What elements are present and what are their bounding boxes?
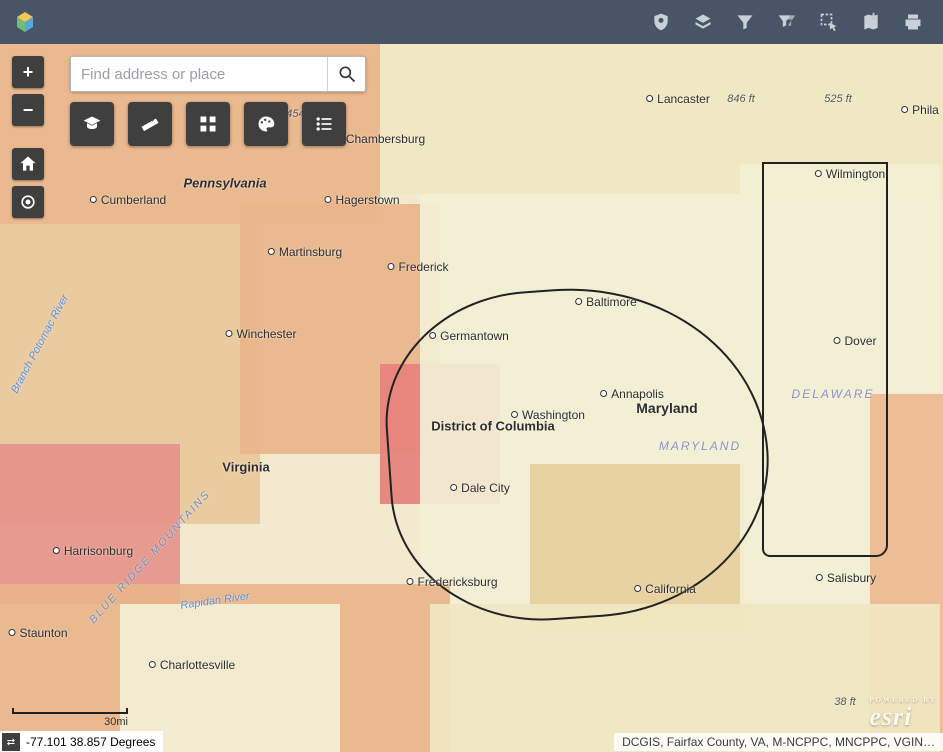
- legend-tool[interactable]: [302, 102, 346, 146]
- city-label: Charlottesville: [149, 658, 235, 672]
- search-button[interactable]: [327, 57, 365, 91]
- scale-label: 30mi: [12, 716, 128, 728]
- coord-text: -77.101 38.857 Degrees: [26, 735, 155, 749]
- select-arrow-icon[interactable]: [809, 2, 849, 42]
- home-extent-button[interactable]: [12, 148, 44, 180]
- city-label: Annapolis: [600, 387, 664, 401]
- elevation-label: 525 ft: [824, 93, 852, 105]
- esri-logo: POWERED BY esri: [869, 699, 937, 733]
- city-label: Chambersburg: [335, 132, 425, 146]
- elevation-label: 846 ft: [727, 93, 755, 105]
- zoom-in-button[interactable]: +: [12, 56, 44, 88]
- top-bar-left: [10, 7, 40, 37]
- bookmark-tool[interactable]: [70, 102, 114, 146]
- list-icon: [314, 114, 334, 134]
- state-label: Pennsylvania: [183, 176, 266, 191]
- city-label: Germantown: [429, 329, 509, 343]
- city-label: Baltimore: [575, 295, 637, 309]
- elevation-label: 38 ft: [834, 696, 855, 708]
- city-label: Frederick: [387, 260, 448, 274]
- state-cap-label: DELAWARE: [792, 387, 875, 401]
- search-row: [70, 56, 366, 92]
- city-label: Washington: [511, 408, 585, 422]
- graduation-icon: [82, 114, 102, 134]
- city-label: Salisbury: [816, 571, 876, 585]
- state-label: Maryland: [636, 400, 697, 416]
- city-label: California: [634, 582, 696, 596]
- tool-row: [70, 102, 346, 146]
- search-box: [70, 56, 366, 92]
- measure-tool[interactable]: [128, 102, 172, 146]
- state-label: Virginia: [222, 460, 269, 475]
- map-nav-column: + −: [12, 56, 44, 218]
- map-canvas[interactable]: Pennsylvania Virginia Maryland District …: [0, 44, 943, 752]
- ruler-icon: [140, 114, 160, 134]
- top-bar: [0, 0, 943, 44]
- city-label: Staunton: [8, 626, 67, 640]
- coordinate-readout: ⇄ -77.101 38.857 Degrees: [0, 731, 163, 752]
- basemap-tool[interactable]: [186, 102, 230, 146]
- city-label: Phila: [901, 103, 939, 117]
- city-label: Cumberland: [90, 193, 166, 207]
- coord-toggle-button[interactable]: ⇄: [2, 733, 20, 751]
- city-label: Dover: [833, 334, 876, 348]
- locate-icon: [18, 192, 38, 212]
- grid-icon: [198, 114, 218, 134]
- city-label: Hagerstown: [324, 193, 399, 207]
- print-icon[interactable]: [893, 2, 933, 42]
- home-icon: [18, 154, 38, 174]
- search-input[interactable]: [71, 57, 327, 91]
- city-label: Lancaster: [646, 92, 710, 106]
- zoom-out-button[interactable]: −: [12, 94, 44, 126]
- city-label: Winchester: [225, 327, 296, 341]
- theme-tool[interactable]: [244, 102, 288, 146]
- layers-icon[interactable]: [683, 2, 723, 42]
- filter-multi-icon[interactable]: [767, 2, 807, 42]
- search-icon: [337, 64, 357, 84]
- locate-button[interactable]: [12, 186, 44, 218]
- app-logo-icon[interactable]: [10, 7, 40, 37]
- state-cap-label: MARYLAND: [659, 439, 741, 453]
- shield-icon[interactable]: [641, 2, 681, 42]
- filter-icon[interactable]: [725, 2, 765, 42]
- city-label: Martinsburg: [268, 245, 342, 259]
- top-bar-right: [641, 2, 933, 42]
- palette-icon: [256, 114, 276, 134]
- city-label: Harrisonburg: [53, 544, 133, 558]
- city-label: Dale City: [450, 481, 510, 495]
- add-map-icon[interactable]: [851, 2, 891, 42]
- map-render-layer: Pennsylvania Virginia Maryland District …: [0, 44, 943, 752]
- attribution-text[interactable]: DCGIS, Fairfax County, VA, M-NCPPC, MNCP…: [614, 733, 943, 751]
- city-label: Wilmington: [815, 167, 885, 181]
- scale-bar: 30mi: [12, 708, 128, 728]
- city-label: Fredericksburg: [406, 575, 497, 589]
